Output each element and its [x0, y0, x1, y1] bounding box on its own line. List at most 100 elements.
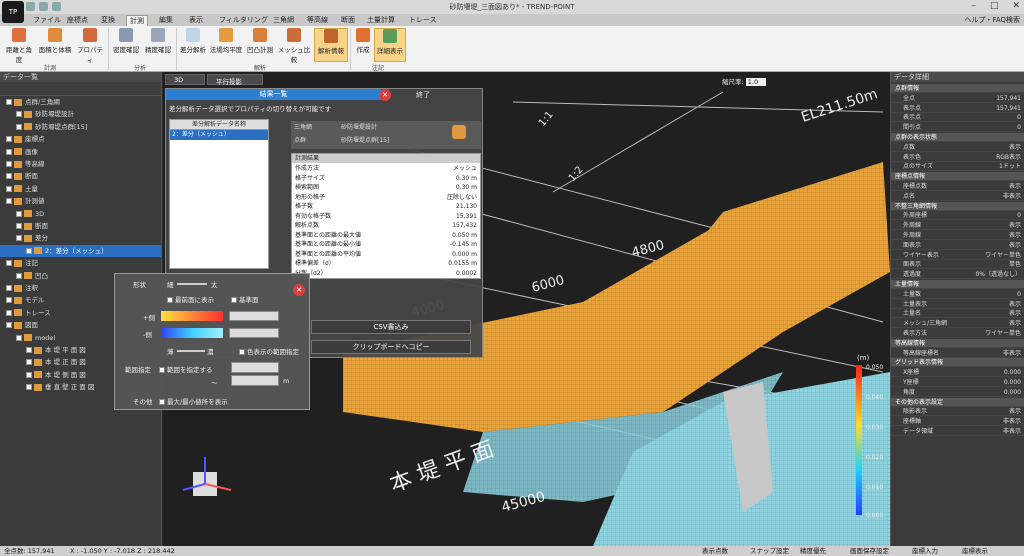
menu-tin[interactable]: 三角網	[270, 15, 297, 26]
tree-item[interactable]: 差分	[0, 232, 161, 244]
menu-points[interactable]: 座標点	[64, 15, 91, 26]
status-display-points[interactable]: 表示点数	[702, 546, 728, 556]
plus-range-input[interactable]	[229, 311, 279, 321]
tree-item[interactable]: 等高線	[0, 158, 161, 170]
list-item[interactable]: 2：差分（メッシュ）	[170, 130, 268, 140]
visibility-checkbox[interactable]	[16, 334, 22, 341]
tree-item[interactable]: 砂防堰堤点群[15]	[0, 121, 161, 133]
visibility-checkbox[interactable]	[6, 309, 12, 316]
visibility-checkbox[interactable]	[16, 272, 22, 279]
visibility-checkbox[interactable]	[26, 347, 32, 353]
status-screen-save[interactable]: 画面保存設定	[850, 546, 889, 556]
tree-item[interactable]: 3D	[0, 208, 161, 220]
range-max-input[interactable]	[231, 362, 279, 373]
tree-item[interactable]: 計測値	[0, 195, 161, 207]
minus-range-input[interactable]	[229, 328, 279, 338]
visibility-checkbox[interactable]	[26, 359, 32, 366]
csv-write-button[interactable]: CSV書込み	[311, 320, 471, 334]
status-precision[interactable]: 精度優先	[800, 546, 826, 556]
mesh-compare-button[interactable]: メッシュ比較	[276, 28, 312, 64]
base-plane-checkbox[interactable]: 基準面	[231, 294, 259, 304]
visibility-checkbox[interactable]	[6, 285, 12, 291]
menu-contour[interactable]: 等高線	[304, 15, 331, 26]
menu-trace[interactable]: トレース	[406, 15, 440, 26]
detail-view-button[interactable]: 詳細表示	[374, 28, 406, 62]
analysis-info-button[interactable]: 解析情報	[314, 28, 348, 62]
range-checkbox[interactable]: 範囲を指定する	[159, 364, 213, 374]
accuracy-button[interactable]: 精度確認	[142, 28, 174, 54]
flatness-button[interactable]: 法場均平度	[208, 28, 244, 54]
visibility-checkbox[interactable]	[16, 210, 22, 217]
menu-section[interactable]: 断面	[338, 15, 358, 26]
menu-filter[interactable]: フィルタリング	[216, 15, 271, 26]
visibility-checkbox[interactable]	[16, 111, 22, 118]
finish-button[interactable]: 終了	[416, 90, 430, 100]
scale-value[interactable]: 1.0	[745, 78, 766, 86]
detail-row: 外周線 表示	[891, 221, 1024, 231]
visibility-checkbox[interactable]	[26, 371, 32, 378]
visibility-checkbox[interactable]	[6, 322, 12, 329]
density-button[interactable]: 密度確認	[110, 28, 142, 54]
visibility-checkbox[interactable]	[6, 99, 12, 105]
diff-data-list[interactable]: 差分解析データ名称 2：差分（メッシュ）	[169, 119, 269, 269]
visibility-checkbox[interactable]	[6, 173, 12, 180]
menu-edit[interactable]: 編集	[156, 15, 176, 26]
area-volume-button[interactable]: 面積と体積	[38, 28, 72, 54]
tree-item[interactable]: 断面	[0, 170, 161, 182]
annotation-create-button[interactable]: 作成	[352, 28, 374, 54]
range-min-input[interactable]	[231, 375, 279, 386]
bump-button[interactable]: 凹凸計測	[244, 28, 276, 54]
visibility-checkbox[interactable]	[26, 247, 32, 254]
status-coord-input[interactable]: 座標入力	[912, 546, 938, 556]
visibility-checkbox[interactable]	[16, 223, 22, 229]
diff-analysis-button[interactable]: 差分解析	[178, 28, 208, 54]
show-front-checkbox[interactable]: 最前面に表示	[167, 294, 214, 304]
menu-view[interactable]: 表示	[186, 15, 206, 26]
folder-icon	[14, 135, 22, 143]
visibility-checkbox[interactable]	[16, 235, 22, 242]
visibility-checkbox[interactable]	[6, 260, 12, 267]
app-logo[interactable]: TP	[2, 1, 24, 23]
maximize-icon[interactable]: □	[990, 1, 999, 11]
tree-item[interactable]: 点群/三角網	[0, 96, 161, 108]
tree-item[interactable]: 土量	[0, 183, 161, 195]
tree-item[interactable]: 座標点	[0, 133, 161, 145]
menu-volume[interactable]: 土量計算	[364, 15, 398, 26]
color-range-checkbox[interactable]: 色表示の範囲指定	[239, 346, 299, 356]
property-button[interactable]: プロパティ	[76, 28, 104, 64]
visibility-checkbox[interactable]	[6, 148, 12, 155]
tree-item[interactable]: 砂防堰堤設計	[0, 108, 161, 120]
status-snap[interactable]: スナップ設定	[750, 546, 789, 556]
tree-item[interactable]: 断面	[0, 220, 161, 232]
show-minmax-checkbox[interactable]: 最大/最小値所を表示	[159, 396, 228, 406]
menu-file[interactable]: ファイル	[30, 15, 64, 26]
help-search[interactable]: ヘルプ・FAQ検索	[964, 15, 1020, 25]
minimize-icon[interactable]: –	[971, 1, 976, 11]
tree-item[interactable]: 画像	[0, 146, 161, 158]
tab-3d[interactable]: 3D	[165, 74, 205, 85]
thickness-slider[interactable]	[177, 283, 207, 285]
close-icon[interactable]: ✕	[379, 89, 391, 101]
copy-clipboard-button[interactable]: クリップボードへコピー	[311, 340, 471, 354]
detail-row: 土量表示 表示	[891, 300, 1024, 309]
visibility-checkbox[interactable]	[6, 185, 12, 192]
refresh-icon[interactable]	[452, 125, 466, 139]
visibility-checkbox[interactable]	[26, 384, 32, 391]
tree-item[interactable]: 注記	[0, 257, 161, 269]
tab-parallel[interactable]: 平行投影	[207, 74, 263, 86]
minus-color-ramp[interactable]	[161, 328, 223, 338]
status-coord-display[interactable]: 座標表示	[962, 546, 988, 556]
visibility-checkbox[interactable]	[6, 198, 12, 205]
opacity-slider[interactable]	[177, 350, 205, 352]
visibility-checkbox[interactable]	[6, 136, 12, 143]
close-icon[interactable]: ✕	[1012, 1, 1020, 11]
menu-measure[interactable]: 計測	[126, 15, 148, 26]
visibility-checkbox[interactable]	[16, 123, 22, 130]
visibility-checkbox[interactable]	[6, 297, 12, 304]
tree-item[interactable]: 2：差分（メッシュ）	[0, 244, 161, 257]
plus-color-ramp[interactable]	[161, 311, 223, 321]
menu-convert[interactable]: 変換	[98, 15, 118, 26]
visibility-checkbox[interactable]	[6, 161, 12, 167]
distance-angle-button[interactable]: 距離と角度	[4, 28, 34, 64]
close-icon[interactable]: ✕	[293, 284, 305, 296]
